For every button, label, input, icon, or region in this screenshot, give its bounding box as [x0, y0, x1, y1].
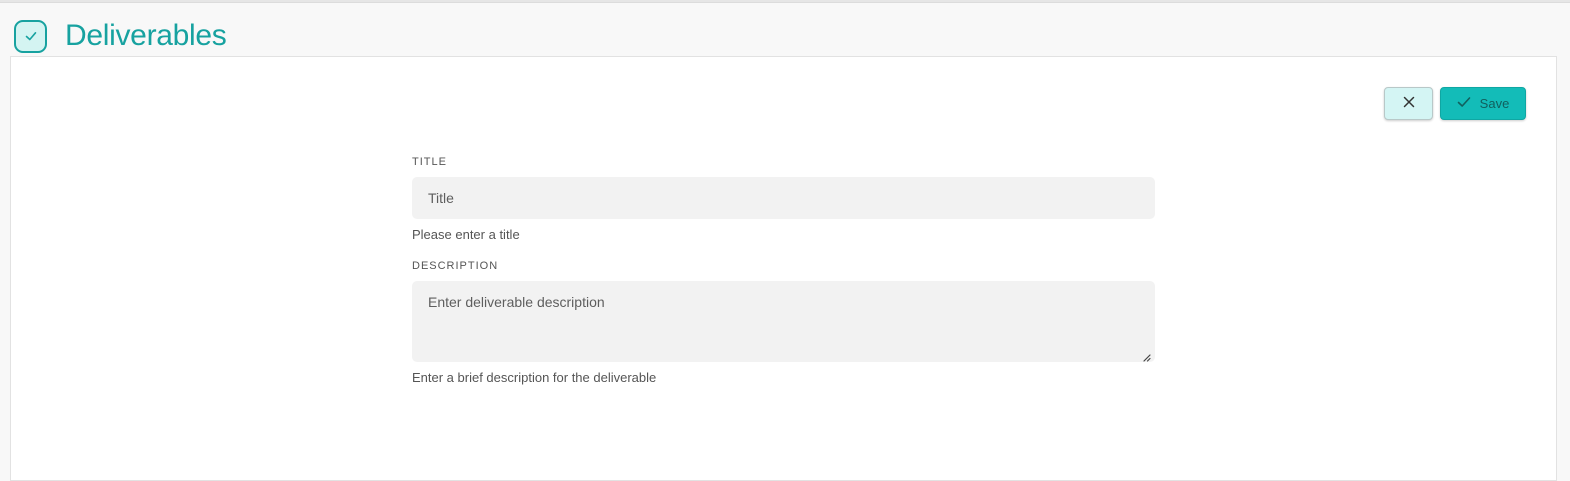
deliverable-form: TITLE Please enter a title DESCRIPTION E… [412, 155, 1155, 386]
save-button-label: Save [1479, 96, 1510, 111]
check-icon [14, 19, 47, 53]
deliverable-form-card: Save TITLE Please enter a title DESCRIPT… [10, 56, 1557, 481]
check-icon [1457, 96, 1471, 111]
description-field [412, 281, 1155, 362]
description-label: DESCRIPTION [412, 260, 499, 272]
resize-handle-icon[interactable] [1141, 349, 1151, 362]
title-label: TITLE [412, 156, 447, 168]
top-strip [0, 0, 1570, 3]
description-input[interactable] [412, 281, 1155, 362]
description-helper-text: Enter a brief description for the delive… [412, 370, 657, 385]
close-icon [1403, 96, 1415, 111]
page-title: Deliverables [65, 19, 227, 52]
save-button[interactable]: Save [1440, 87, 1526, 120]
cancel-button[interactable] [1384, 87, 1433, 120]
page-header: Deliverables [14, 18, 227, 54]
title-helper-text: Please enter a title [412, 227, 520, 242]
title-input[interactable] [412, 177, 1155, 219]
